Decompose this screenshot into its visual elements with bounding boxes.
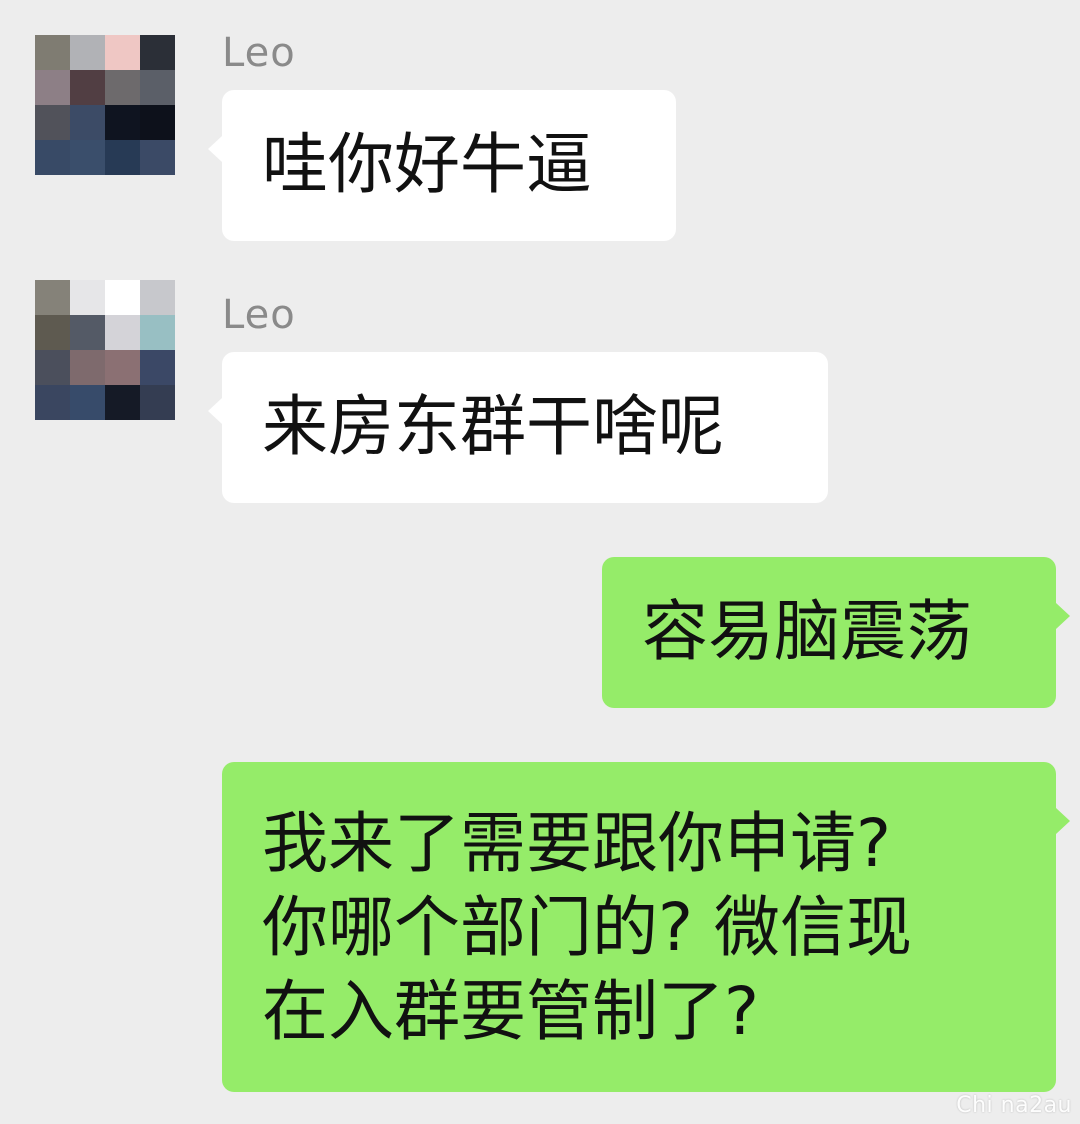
avatar[interactable] — [35, 35, 175, 175]
sender-name: Leo — [222, 292, 296, 338]
outgoing-message-bubble[interactable]: 我来了需要跟你申请? 你哪个部门的? 微信现 在入群要管制了? — [222, 762, 1070, 1092]
bubble-tail — [208, 398, 222, 424]
message-text: 哇你好牛逼 — [262, 126, 592, 203]
bubble-tail — [1056, 808, 1070, 834]
sender-name: Leo — [222, 30, 296, 76]
outgoing-message-bubble[interactable]: 容易脑震荡 — [602, 557, 1070, 708]
message-line: 在入群要管制了? — [262, 973, 760, 1050]
message-line: 我来了需要跟你申请? — [262, 805, 892, 882]
message-text: 来房东群干啥呢 — [262, 388, 724, 465]
message-text: 我来了需要跟你申请? 你哪个部门的? 微信现 在入群要管制了? — [262, 802, 912, 1054]
watermark: Chi na2au — [956, 1093, 1072, 1118]
message-text: 容易脑震荡 — [642, 593, 972, 670]
bubble-tail — [1056, 603, 1070, 629]
chat-screen: Leo 哇你好牛逼 Leo 来房东群干啥呢 容易脑震荡 我来了需要跟你申请? 你… — [0, 0, 1080, 1124]
incoming-message-bubble[interactable]: 来房东群干啥呢 — [208, 352, 828, 503]
incoming-message-bubble[interactable]: 哇你好牛逼 — [208, 90, 676, 241]
bubble-tail — [208, 136, 222, 162]
message-line: 你哪个部门的? 微信现 — [262, 889, 913, 966]
avatar[interactable] — [35, 280, 175, 420]
